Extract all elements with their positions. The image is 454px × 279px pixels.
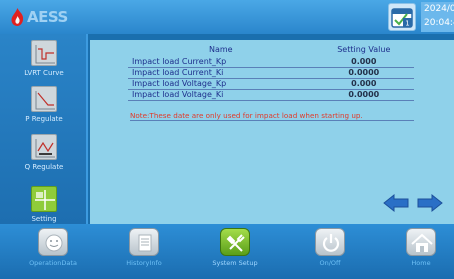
bottom-nav-label: System Setup (212, 259, 258, 267)
previous-page-arrow-icon[interactable] (382, 193, 410, 213)
bottom-nav-operation-data[interactable]: OperationData (23, 228, 83, 267)
sidebar-item-q-regulate[interactable]: Q Regulate (0, 134, 88, 171)
setting-value[interactable]: 0.000 (313, 56, 414, 68)
setting-value[interactable]: 0.000 (313, 78, 414, 90)
bottom-nav-system-setup[interactable]: System Setup (205, 228, 265, 267)
column-header-setting-value: Setting Value (337, 45, 391, 54)
power-icon (315, 228, 345, 256)
table-row: Impact load Current_Kp 0.000 (128, 56, 414, 68)
bottom-nav-on-off[interactable]: On/Off (300, 228, 360, 267)
setting-name: Impact load Voltage_Ki (128, 89, 314, 101)
sidebar-item-setting[interactable]: Setting (0, 186, 88, 223)
impact-load-settings-table: Name Setting Value Impact load Current_K… (128, 43, 414, 101)
bottom-nav-home[interactable]: Home (391, 228, 451, 267)
sidebar-item-p-regulate[interactable]: P Regulate (0, 86, 88, 123)
bottom-nav-label: Home (411, 259, 431, 267)
table-row: Impact load Current_Ki 0.0000 (128, 67, 414, 79)
table-header-row: Name Setting Value (128, 43, 414, 56)
table-row: Impact load Voltage_Kp 0.000 (128, 78, 414, 90)
setting-value[interactable]: 0.0000 (313, 67, 414, 79)
bottom-nav-label: OperationData (29, 259, 77, 267)
bottom-nav-label: HistoryInfo (126, 259, 162, 267)
brand-logo: AESS (10, 8, 68, 26)
setting-icon (31, 186, 57, 212)
next-page-arrow-icon[interactable] (416, 193, 444, 213)
bottom-nav-history-info[interactable]: HistoryInfo (114, 228, 174, 267)
lvrt-curve-icon (31, 40, 57, 66)
setting-name: Impact load Voltage_Kp (128, 78, 314, 90)
note-text: Note:These date are only used for impact… (130, 111, 414, 121)
date-label: 2024/05/2 (424, 4, 454, 14)
p-regulate-icon (31, 86, 57, 112)
table-row: Impact load Voltage_Ki 0.0000 (128, 89, 414, 101)
sidebar-item-label: Setting (31, 215, 57, 223)
datetime-display: 2024/05/2 20:04:40 (421, 2, 454, 32)
sidebar-item-lvrt-curve[interactable]: LVRT Curve (0, 40, 88, 77)
sidebar: LVRT Curve P Regulate Q Regulate Setting (0, 34, 88, 224)
column-header-name: Name (208, 45, 233, 54)
calendar-day: 1 (405, 20, 409, 28)
bottom-nav-label: On/Off (319, 259, 341, 267)
home-icon (406, 228, 436, 256)
sidebar-item-label: Q Regulate (24, 163, 64, 171)
calendar-button[interactable]: 1 (388, 3, 416, 31)
history-info-icon (129, 228, 159, 256)
brand-name: AESS (27, 8, 68, 26)
settings-panel: Name Setting Value Impact load Current_K… (90, 40, 454, 224)
setting-value[interactable]: 0.0000 (313, 89, 414, 101)
header-bar: AESS 1 2024/05/2 20:04:40 (0, 0, 454, 34)
flame-logo-icon (11, 8, 24, 26)
setting-name: Impact load Current_Ki (128, 67, 314, 79)
calendar-icon: 1 (391, 8, 413, 28)
operation-data-icon (38, 228, 68, 256)
system-setup-icon (220, 228, 250, 256)
bottom-nav: OperationData HistoryInfo System Setup O… (0, 224, 454, 279)
sidebar-item-label: P Regulate (25, 115, 63, 123)
sidebar-item-label: LVRT Curve (24, 69, 64, 77)
time-label: 20:04:40 (424, 18, 454, 28)
q-regulate-icon (31, 134, 57, 160)
setting-name: Impact load Current_Kp (128, 56, 314, 68)
